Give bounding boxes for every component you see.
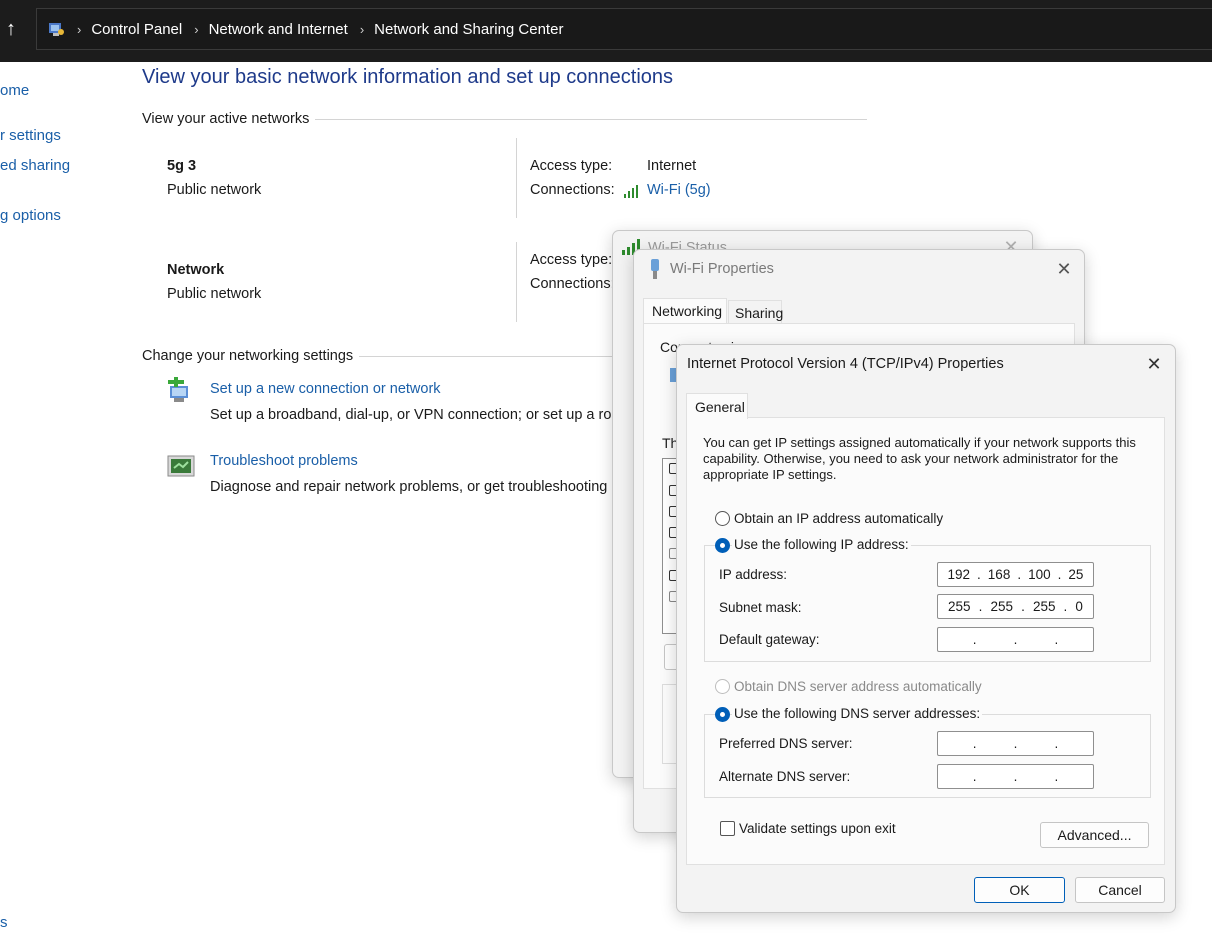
access-type-label: Access type:: [530, 158, 613, 174]
new-connection-icon: [168, 377, 188, 402]
subnet-octet: 255: [1032, 599, 1056, 614]
ip-octet: 168: [987, 567, 1011, 582]
breadcrumb-network-sharing-center[interactable]: Network and Sharing Center: [374, 21, 563, 38]
connections-label: Connections:: [530, 276, 615, 292]
subnet-mask-field[interactable]: 255. 255. 255. 0: [937, 594, 1094, 619]
breadcrumb-control-panel[interactable]: Control Panel: [91, 21, 182, 38]
use-following-ip-label[interactable]: Use the following IP address:: [732, 537, 911, 552]
nav-item-adapter-settings[interactable]: r settings: [0, 127, 61, 144]
address-bar-area: ↑ › Control Panel › Network and Internet…: [0, 0, 1212, 62]
ip-octet: 100: [1028, 567, 1051, 582]
tab-general[interactable]: General: [686, 393, 748, 419]
divider: [359, 355, 620, 357]
use-following-dns-label[interactable]: Use the following DNS server addresses:: [732, 706, 983, 721]
ipv4-dialog-title: Internet Protocol Version 4 (TCP/IPv4) P…: [687, 356, 1004, 372]
access-type-label: Access type:: [530, 252, 613, 268]
network-adapter-icon: [651, 259, 659, 279]
network-type[interactable]: Public network: [167, 182, 261, 198]
ip-address-field[interactable]: 192. 168. 100. 25: [937, 562, 1094, 587]
subnet-octet: 0: [1075, 599, 1083, 614]
nav-item-home[interactable]: ome: [0, 82, 29, 99]
troubleshoot-desc: Diagnose and repair network problems, or…: [210, 479, 612, 495]
up-arrow-icon[interactable]: ↑: [0, 14, 22, 44]
network-type[interactable]: Public network: [167, 286, 261, 302]
divider: [516, 138, 517, 218]
default-gateway-field[interactable]: . . .: [937, 627, 1094, 652]
divider: [315, 118, 868, 120]
alternate-dns-label: Alternate DNS server:: [719, 769, 851, 784]
ip-octet: 25: [1068, 567, 1084, 582]
active-networks-label: View your active networks: [142, 111, 310, 127]
preferred-dns-field[interactable]: . . .: [937, 731, 1094, 756]
breadcrumb-network-internet[interactable]: Network and Internet: [209, 21, 348, 38]
close-icon[interactable]: ✕: [1054, 259, 1074, 280]
chevron-right-icon: ›: [359, 21, 365, 37]
ipv4-properties-dialog: Internet Protocol Version 4 (TCP/IPv4) P…: [676, 344, 1176, 913]
subnet-octet: 255: [948, 599, 971, 614]
ok-button[interactable]: OK: [974, 877, 1065, 903]
validate-checkbox[interactable]: [720, 821, 735, 836]
subnet-mask-label: Subnet mask:: [719, 600, 802, 615]
divider: [516, 242, 517, 322]
control-panel-icon: [49, 23, 64, 36]
default-gateway-label: Default gateway:: [719, 632, 820, 647]
tab-sharing[interactable]: Sharing: [728, 300, 783, 324]
alternate-dns-field[interactable]: . . .: [937, 764, 1094, 789]
obtain-dns-auto-label[interactable]: Obtain DNS server address automatically: [734, 679, 982, 694]
obtain-ip-auto-label[interactable]: Obtain an IP address automatically: [734, 511, 943, 526]
connections-label: Connections:: [530, 182, 615, 198]
chevron-right-icon: ›: [77, 21, 82, 37]
access-type-value: Internet: [647, 158, 697, 174]
change-settings-label: Change your networking settings: [142, 348, 354, 364]
ip-address-label: IP address:: [719, 567, 788, 582]
setup-connection-link[interactable]: Set up a new connection or network: [210, 381, 441, 397]
preferred-dns-label: Preferred DNS server:: [719, 736, 853, 751]
intro-text: You can get IP settings assigned automat…: [703, 435, 1136, 482]
use-following-dns-radio[interactable]: [715, 707, 730, 722]
ip-octet: 192: [947, 567, 971, 582]
obtain-ip-auto-radio[interactable]: [715, 511, 730, 526]
nav-item-media-streaming[interactable]: g options: [0, 207, 61, 224]
use-following-ip-radio[interactable]: [715, 538, 730, 553]
subnet-octet: 255: [990, 599, 1014, 614]
cancel-button[interactable]: Cancel: [1075, 877, 1165, 903]
close-icon[interactable]: ✕: [1144, 354, 1164, 375]
network-name: Network: [167, 262, 225, 278]
troubleshoot-icon: [167, 455, 195, 477]
advanced-button[interactable]: Advanced...: [1040, 822, 1149, 848]
active-networks-heading: View your active networks: [142, 111, 868, 127]
chevron-right-icon: ›: [194, 21, 199, 37]
page-title: View your basic network information and …: [142, 66, 674, 88]
setup-connection-desc: Set up a broadband, dial-up, or VPN conn…: [210, 407, 612, 423]
wifi-connection-link[interactable]: Wi-Fi (5g): [647, 182, 711, 198]
address-bar[interactable]: › Control Panel › Network and Internet ›…: [36, 8, 1212, 50]
nav-item-advanced-sharing[interactable]: ed sharing: [0, 157, 70, 174]
nav-item-see-also[interactable]: s: [0, 914, 8, 931]
validate-label[interactable]: Validate settings upon exit: [739, 821, 896, 836]
troubleshoot-link[interactable]: Troubleshoot problems: [210, 453, 358, 469]
change-settings-heading: Change your networking settings: [142, 348, 620, 364]
obtain-dns-auto-radio[interactable]: [715, 679, 730, 694]
wifi-properties-title: Wi-Fi Properties: [670, 261, 774, 277]
network-name: 5g 3: [167, 158, 197, 174]
tab-networking[interactable]: Networking: [643, 298, 727, 324]
wifi-signal-icon: [624, 185, 638, 198]
